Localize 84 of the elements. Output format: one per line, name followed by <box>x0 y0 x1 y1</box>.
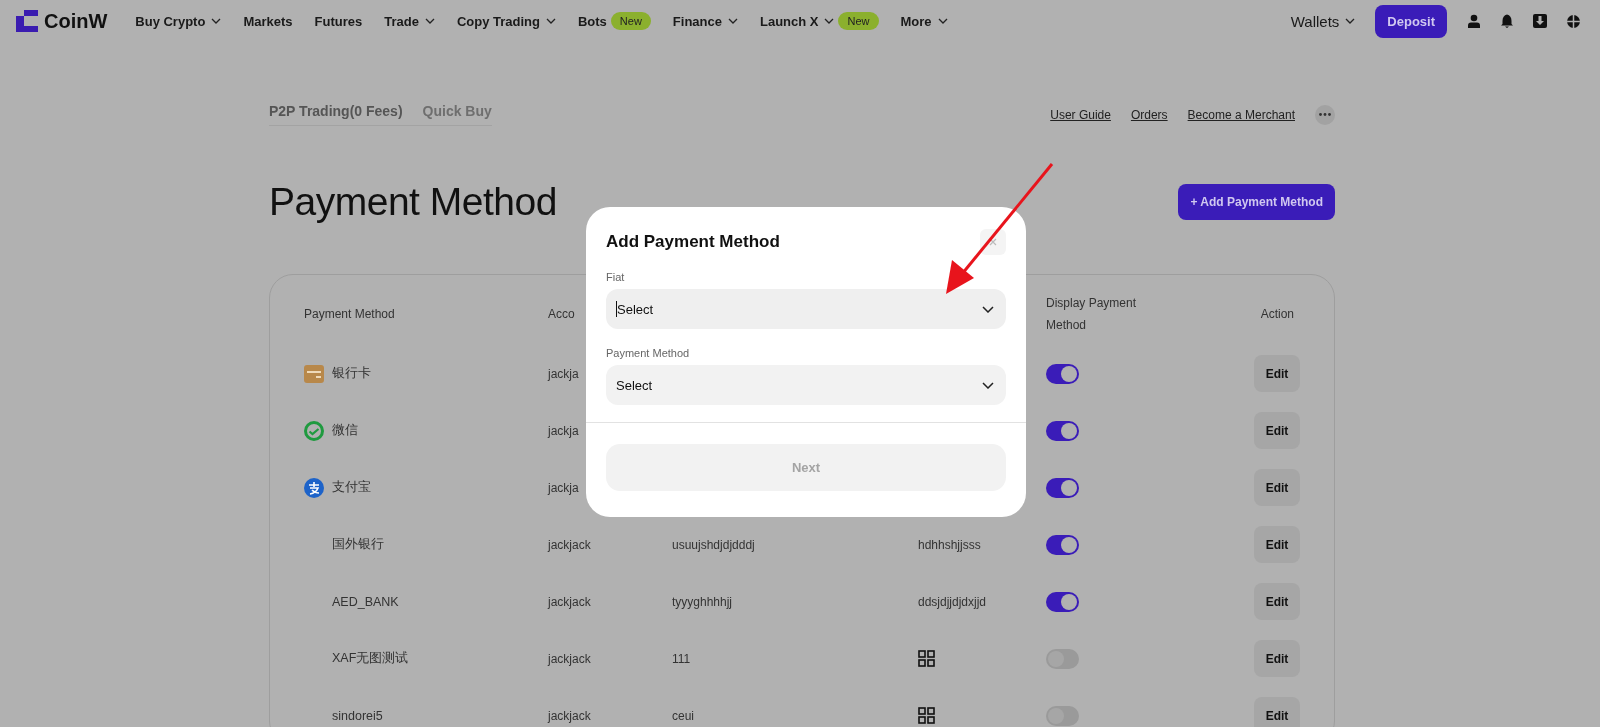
close-icon <box>989 238 997 246</box>
account-cell: jackjack <box>548 594 591 609</box>
payment-method-name: XAF无图测试 <box>332 650 409 667</box>
account-cell: jackjack <box>548 651 591 666</box>
check-circle-icon <box>304 420 324 441</box>
account-cell: jackja <box>548 366 579 381</box>
dialog-title: Add Payment Method <box>606 232 780 252</box>
nav-menu-item[interactable]: Trade <box>384 13 435 29</box>
table-cell: hdhhshjjsss <box>918 537 981 552</box>
table-cell: ddsjdjjdjdxjjd <box>918 594 987 609</box>
account-cell: jackja <box>548 423 579 438</box>
select-field[interactable]: Select <box>606 289 1006 329</box>
edit-button[interactable]: Edit <box>1254 526 1300 563</box>
edit-button[interactable]: Edit <box>1254 640 1300 677</box>
display-toggle[interactable] <box>1046 420 1079 441</box>
display-toggle[interactable] <box>1046 648 1079 669</box>
header-link[interactable]: User Guide <box>1050 107 1111 122</box>
edit-button[interactable]: Edit <box>1254 583 1300 620</box>
chevron-down-icon <box>982 381 994 389</box>
add-payment-method-button[interactable]: + Add Payment Method <box>1178 184 1335 220</box>
payment-method-name: sindorei5 <box>332 708 383 723</box>
header-link[interactable]: Become a Merchant <box>1187 107 1295 122</box>
account-cell: jackjack <box>548 708 591 723</box>
table-cell: tyyyghhhhjj <box>672 594 733 609</box>
column-header: Payment Method <box>304 307 395 321</box>
globe-icon[interactable] <box>1566 13 1581 29</box>
account-cell: jackja <box>548 480 579 495</box>
nav-menu-item[interactable]: More <box>900 13 948 29</box>
display-toggle[interactable] <box>1046 705 1079 726</box>
caret-icon <box>1345 18 1356 24</box>
edit-button[interactable]: Edit <box>1254 412 1300 449</box>
edit-button[interactable]: Edit <box>1254 469 1300 506</box>
bell-icon[interactable] <box>1500 14 1514 28</box>
header-link[interactable]: Orders <box>1130 107 1168 122</box>
nav-menu-item[interactable]: Launch X <box>759 13 835 29</box>
display-toggle[interactable] <box>1046 534 1079 555</box>
account-cell: jackjack <box>548 537 591 552</box>
deposit-button[interactable]: Deposit <box>1375 4 1447 38</box>
caret-icon <box>211 18 222 24</box>
wallets-menu[interactable]: Wallets <box>1290 12 1356 30</box>
table-cell: usuujshdjdjdddj <box>672 537 755 552</box>
user-icon[interactable] <box>1467 14 1481 28</box>
glyph-circle-icon <box>304 477 324 498</box>
table-cell: 111 <box>672 651 691 666</box>
nav-menu-item[interactable]: Finance <box>672 13 738 29</box>
page-title: Payment Method <box>269 180 557 224</box>
display-toggle[interactable] <box>1046 591 1079 612</box>
new-badge: New <box>610 12 651 30</box>
card-icon <box>304 363 324 384</box>
more-button[interactable] <box>1315 104 1335 125</box>
qr-code-icon <box>918 650 935 667</box>
select-field[interactable]: Select <box>606 365 1006 405</box>
payment-method-name: AED_BANK <box>332 594 399 609</box>
caret-icon <box>824 18 835 24</box>
edit-button[interactable]: Edit <box>1254 355 1300 392</box>
nav-menu-item[interactable]: Copy Trading <box>456 13 556 29</box>
nav-menu-item[interactable]: Markets <box>243 13 293 29</box>
caret-icon <box>727 18 738 24</box>
payment-method-name: 银行卡 <box>332 365 371 382</box>
nav-menu-item[interactable]: Bots <box>577 13 607 29</box>
display-toggle[interactable] <box>1046 477 1079 498</box>
download-icon[interactable] <box>1533 14 1547 28</box>
caret-icon <box>937 18 948 24</box>
field-label: Fiat <box>606 271 626 283</box>
payment-method-name: 国外银行 <box>332 536 384 553</box>
qr-code-icon <box>918 707 935 724</box>
display-toggle[interactable] <box>1046 363 1079 384</box>
payment-method-name: 微信 <box>332 422 358 439</box>
column-header: Acco <box>548 307 575 321</box>
caret-icon <box>424 18 435 24</box>
edit-button[interactable]: Edit <box>1254 697 1300 727</box>
more-icon <box>1319 113 1331 116</box>
caret-icon <box>545 18 556 24</box>
column-header: Action <box>1260 307 1294 321</box>
new-badge: New <box>838 12 879 30</box>
chevron-down-icon <box>982 305 994 313</box>
field-label: Payment Method <box>606 347 691 359</box>
payment-method-name: 支付宝 <box>332 479 371 496</box>
column-header: Display Payment Method <box>1046 295 1138 334</box>
logo-text[interactable]: CoinW <box>44 9 108 33</box>
logo-icon <box>16 10 38 32</box>
nav-menu-item[interactable]: Futures <box>314 13 363 29</box>
nav-menu-item[interactable]: Buy Crypto <box>135 13 222 29</box>
table-cell: ceui <box>672 708 694 723</box>
